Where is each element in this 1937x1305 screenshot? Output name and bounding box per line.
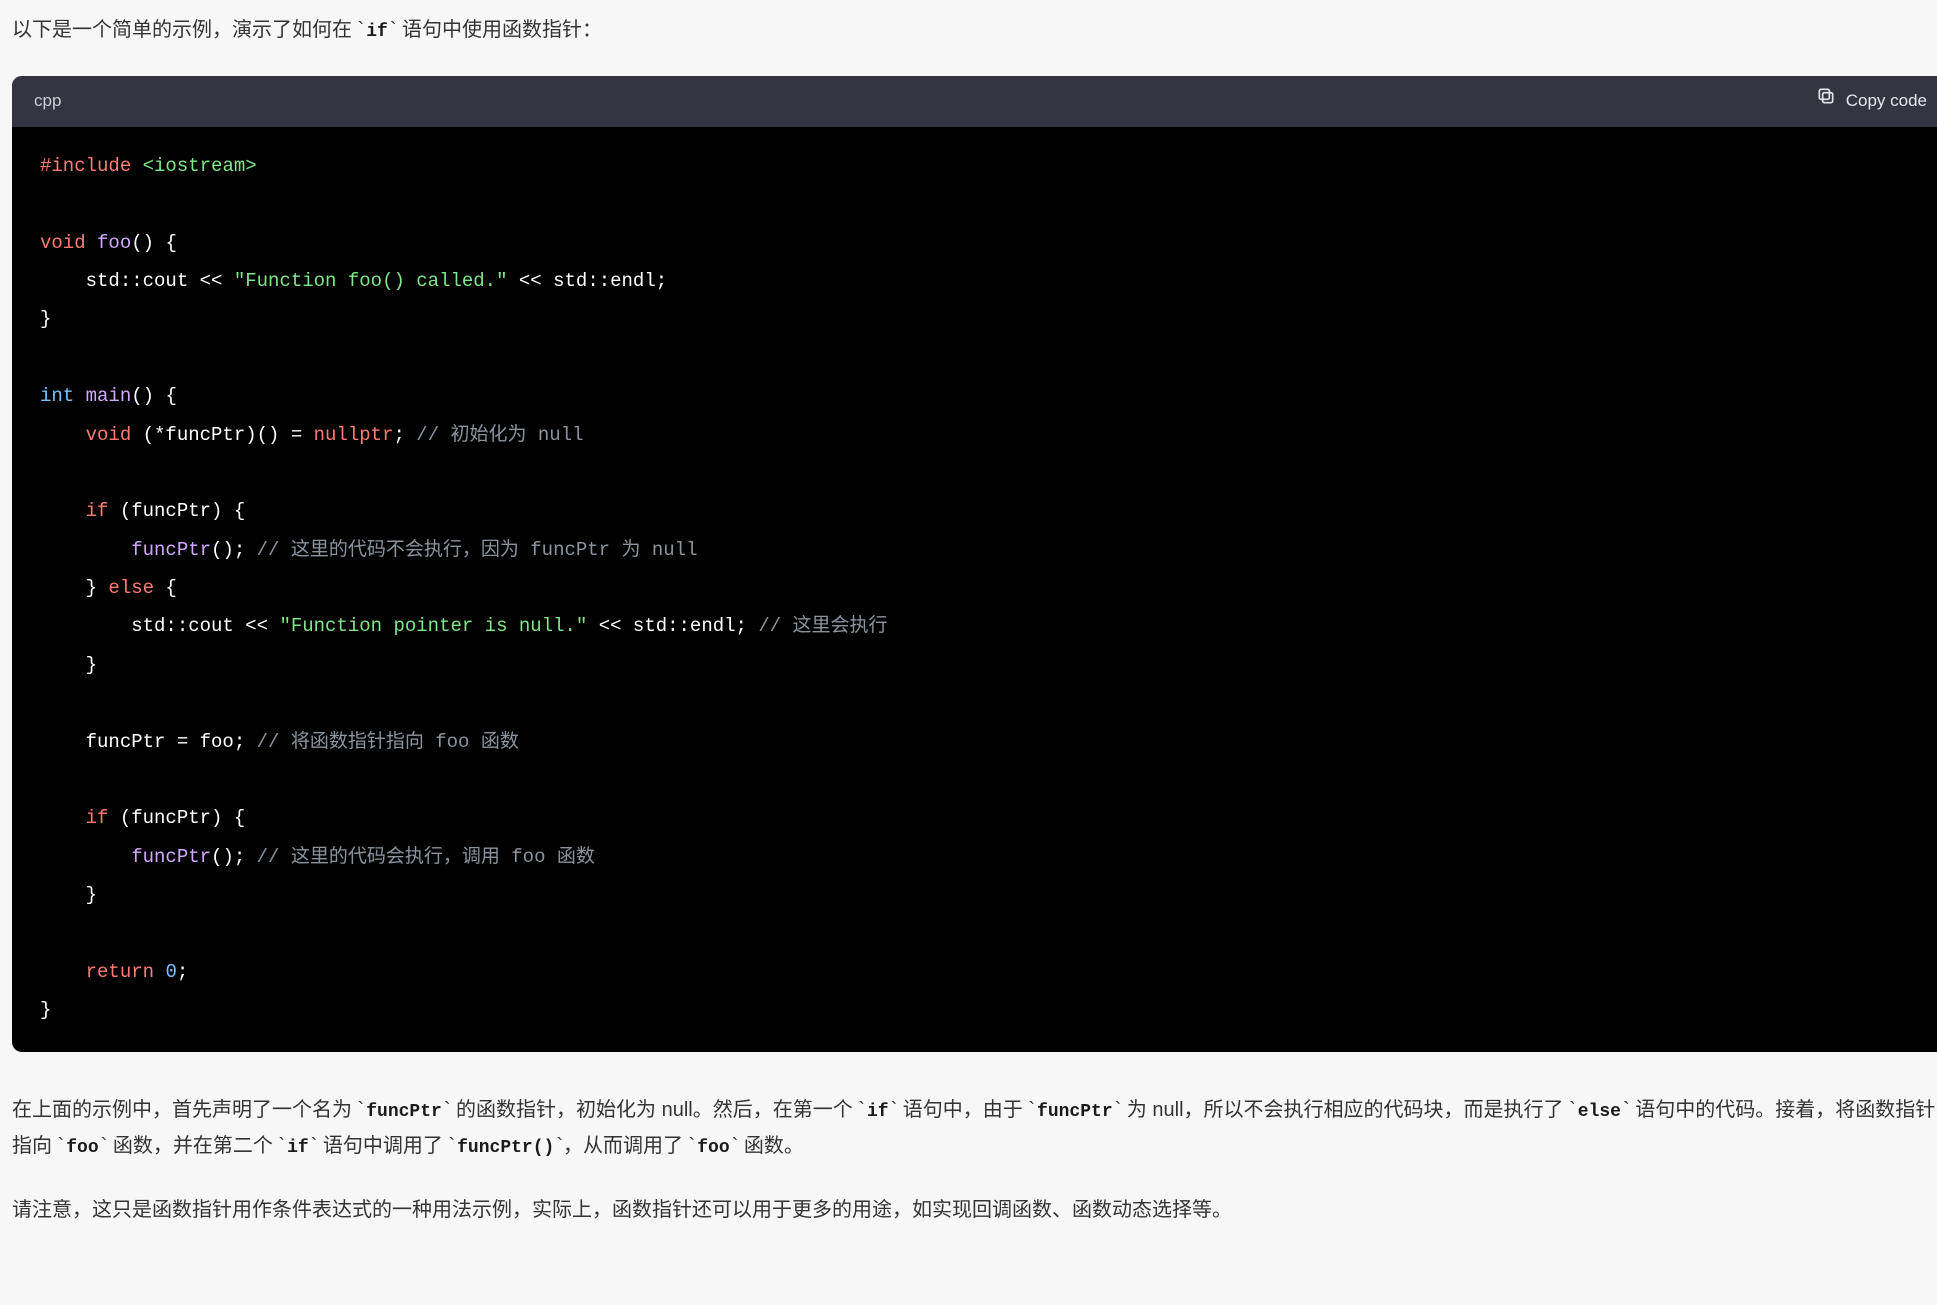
- token-fnptr2: funcPtr: [131, 846, 211, 868]
- outro-text: ` 函数，并在第二个 `: [101, 1135, 285, 1157]
- intro-text-2: ` 语句中使用函数指针：: [390, 19, 602, 41]
- token-cmt2: // 这里的代码不会执行，因为 funcPtr 为 null: [257, 539, 698, 561]
- inline-code-foo: foo: [64, 1138, 100, 1158]
- token-str-foo: "Function foo() called.": [234, 270, 508, 292]
- token-cmt3: // 这里会执行: [758, 615, 887, 637]
- token-if2: if: [86, 807, 109, 829]
- token-iostream: <iostream>: [143, 155, 257, 177]
- token-main: main: [86, 385, 132, 407]
- outro-text: ` 语句中调用了 `: [311, 1135, 455, 1157]
- outro-text: ` 的函数指针，初始化为 null。然后，在第一个 `: [444, 1099, 865, 1121]
- inline-code-if: if: [364, 22, 390, 42]
- code-content[interactable]: #include <iostream> void foo() { std::co…: [12, 127, 1937, 1052]
- token-if1: if: [86, 500, 109, 522]
- copy-code-button[interactable]: Copy code: [1816, 86, 1927, 117]
- clipboard-icon: [1816, 86, 1836, 117]
- token-cmt5: // 这里的代码会执行，调用 foo 函数: [257, 846, 595, 868]
- token-foo: foo: [97, 232, 131, 254]
- outro-text: ` 函数。: [732, 1135, 804, 1157]
- outro-text: 在上面的示例中，首先声明了一个名为 `: [12, 1099, 364, 1121]
- inline-code-funcptr: funcPtr: [364, 1102, 444, 1122]
- token-cmt1: // 初始化为 null: [416, 424, 583, 446]
- outro-paragraph-2: 请注意，这只是函数指针用作条件表达式的一种用法示例，实际上，函数指针还可以用于更…: [12, 1192, 1937, 1228]
- inline-code-funcptrcall: funcPtr(): [455, 1138, 556, 1158]
- code-language-label: cpp: [34, 86, 61, 117]
- token-str-null: "Function pointer is null.": [279, 615, 587, 637]
- inline-code-funcptr2: funcPtr: [1035, 1102, 1115, 1122]
- intro-paragraph: 以下是一个简单的示例，演示了如何在 `if` 语句中使用函数指针：: [12, 12, 1937, 48]
- inline-code-if1: if: [865, 1102, 891, 1122]
- copy-code-label: Copy code: [1846, 86, 1927, 117]
- token-else: else: [108, 577, 154, 599]
- inline-code-foo2: foo: [695, 1138, 731, 1158]
- outro-text: `，从而调用了 `: [556, 1135, 695, 1157]
- outro-text: ` 语句中，由于 `: [891, 1099, 1035, 1121]
- token-fnptr1: funcPtr: [131, 539, 211, 561]
- intro-text: 以下是一个简单的示例，演示了如何在 `: [12, 19, 364, 41]
- token-nullptr: nullptr: [314, 424, 394, 446]
- outro-paragraph-1: 在上面的示例中，首先声明了一个名为 `funcPtr` 的函数指针，初始化为 n…: [12, 1092, 1937, 1165]
- token-int: int: [40, 385, 74, 407]
- inline-code-else: else: [1576, 1102, 1623, 1122]
- code-block: cpp Copy code #include <iostream> void f…: [12, 76, 1937, 1051]
- token-cmt4: // 将函数指针指向 foo 函数: [257, 731, 519, 753]
- token-zero: 0: [165, 961, 176, 983]
- token-include: #include: [40, 155, 131, 177]
- token-void: void: [40, 232, 86, 254]
- token-void2: void: [86, 424, 132, 446]
- inline-code-if2: if: [285, 1138, 311, 1158]
- outro-text: ` 为 null，所以不会执行相应的代码块，而是执行了 `: [1115, 1099, 1576, 1121]
- code-block-header: cpp Copy code: [12, 76, 1937, 127]
- token-return: return: [86, 961, 154, 983]
